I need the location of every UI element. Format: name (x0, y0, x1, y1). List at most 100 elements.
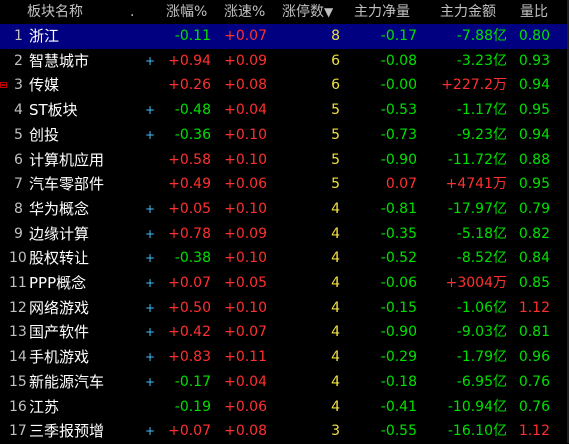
sector-name: 股权转让 (29, 249, 90, 268)
down-arrow-icon: ▼ (324, 5, 334, 19)
table-row[interactable]: 15 新能源汽车 + -0.17 +0.04 4 -0.18 -6.95亿 0.76 (0, 370, 569, 395)
plus-icon[interactable]: + (145, 271, 155, 296)
speed-pct: +0.05 (224, 275, 267, 291)
main-net: -0.53 (380, 102, 417, 119)
change-pct: +0.26 (168, 77, 211, 94)
header-speed-pct[interactable]: 涨速% (224, 0, 265, 24)
header-limit-up-count[interactable]: 涨停数▼ (282, 0, 333, 24)
change-pct: +0.50 (168, 299, 211, 316)
speed-pct: +0.06 (224, 176, 267, 193)
table-row[interactable]: 4 ST板块 + -0.48 +0.04 5 -0.53 -1.17亿 0.95 (0, 98, 569, 123)
limit-up-count: 4 (331, 349, 340, 366)
sector-name: 手机游戏 (29, 348, 90, 367)
header-main-net[interactable]: 主力净量 (354, 0, 410, 24)
row-index: 4 (14, 102, 23, 119)
sector-name: ST板块 (29, 101, 78, 120)
change-pct: +0.05 (168, 200, 211, 217)
main-net: -0.55 (380, 423, 417, 440)
vol-ratio: 0.94 (518, 126, 550, 143)
plus-icon[interactable]: + (145, 222, 155, 247)
row-index: 3 (14, 77, 23, 94)
vol-ratio: 0.85 (518, 275, 550, 291)
change-pct: +0.49 (168, 176, 211, 193)
table-row[interactable]: 8 华为概念 + +0.05 +0.10 4 -0.81 -17.97亿 0.79 (0, 197, 569, 222)
table-row[interactable]: 6 计算机应用 +0.58 +0.10 5 -0.90 -11.72亿 0.88 (0, 148, 569, 173)
row-index: 2 (14, 52, 23, 69)
main-amount: -11.72亿 (447, 151, 507, 168)
limit-up-count: 5 (331, 151, 340, 168)
header-change-pct[interactable]: 涨幅% (166, 0, 207, 24)
plus-icon[interactable]: + (145, 345, 155, 370)
vol-ratio: 0.81 (518, 324, 550, 341)
vol-ratio: 1.12 (518, 299, 550, 316)
main-net: -0.90 (380, 324, 417, 341)
table-row[interactable]: 7 汽车零部件 +0.49 +0.06 5 0.07 +4741万 0.95 (0, 172, 569, 197)
speed-pct: +0.10 (224, 299, 267, 316)
limit-up-count: 5 (331, 102, 340, 119)
header-vol-ratio[interactable]: 量比 (520, 0, 548, 24)
plus-icon[interactable]: + (145, 296, 155, 321)
table-row[interactable]: 3 传媒 +0.26 +0.08 6 -0.00 +227.2万 0.94 (0, 73, 569, 98)
sector-name: 浙江 (29, 27, 60, 45)
table-row[interactable]: 13 国产软件 + +0.42 +0.07 4 -0.90 -9.03亿 0.81 (0, 320, 569, 345)
limit-up-count: 6 (331, 77, 340, 94)
table-row[interactable]: 1 浙江 -0.11 +0.07 8 -0.17 -7.88亿 0.80 (0, 24, 569, 49)
plus-icon[interactable]: + (145, 49, 155, 74)
header-sector-name[interactable]: 板块名称 (27, 0, 83, 24)
header-main-amount[interactable]: 主力金额 (440, 0, 496, 24)
table-row[interactable]: 9 边缘计算 + +0.78 +0.09 4 -0.35 -5.18亿 0.82 (0, 222, 569, 247)
limit-up-count: 4 (331, 398, 340, 415)
main-amount: -7.88亿 (456, 28, 507, 44)
vol-ratio: 0.76 (518, 398, 550, 415)
limit-up-count: 5 (331, 176, 340, 193)
row-index: 11 (9, 275, 27, 291)
row-index: 13 (9, 324, 27, 341)
main-net: -0.41 (380, 398, 417, 415)
table-row[interactable]: 5 创投 + -0.36 +0.10 5 -0.73 -9.23亿 0.94 (0, 123, 569, 148)
row-index: 12 (9, 299, 27, 316)
main-net: -0.00 (380, 77, 417, 94)
main-amount: -10.94亿 (447, 398, 507, 415)
table-header: 板块名称 . 涨幅% 涨速% 涨停数▼ 主力净量 主力金额 量比 (0, 0, 569, 24)
vol-ratio: 0.79 (518, 200, 550, 217)
main-net: -0.18 (380, 373, 417, 390)
main-net: -0.29 (380, 349, 417, 366)
table-row[interactable]: 2 智慧城市 + +0.94 +0.09 6 -0.08 -3.23亿 0.93 (0, 49, 569, 74)
main-amount: -9.23亿 (456, 126, 507, 143)
limit-up-count: 3 (331, 423, 340, 440)
limit-up-count: 4 (331, 299, 340, 316)
plus-icon[interactable]: + (145, 123, 155, 148)
main-net: 0.07 (385, 176, 417, 193)
change-pct: -0.17 (174, 373, 211, 390)
speed-pct: +0.07 (224, 28, 267, 44)
table-row[interactable]: 17 三季报预增 + +0.07 +0.08 3 -0.55 -16.10亿 1.12 (0, 419, 569, 444)
main-amount: -9.03亿 (456, 324, 507, 341)
vol-ratio: 0.96 (518, 349, 550, 366)
plus-icon[interactable]: + (145, 197, 155, 222)
plus-icon[interactable]: + (145, 320, 155, 345)
vol-ratio: 0.95 (518, 176, 550, 193)
plus-icon[interactable]: + (145, 246, 155, 271)
row-index: 10 (9, 250, 27, 267)
plus-icon[interactable]: + (145, 370, 155, 395)
table-row[interactable]: 16 江苏 -0.19 +0.06 4 -0.41 -10.94亿 0.76 (0, 395, 569, 420)
row-index: 1 (14, 28, 23, 44)
table-row[interactable]: 14 手机游戏 + +0.83 +0.11 4 -0.29 -1.79亿 0.96 (0, 345, 569, 370)
sector-name: PPP概念 (29, 274, 87, 292)
speed-pct: +0.08 (224, 77, 267, 94)
main-amount: -1.06亿 (456, 299, 507, 316)
main-amount: -1.79亿 (456, 349, 507, 366)
vol-ratio: 0.76 (518, 373, 550, 390)
change-pct: +0.94 (168, 52, 211, 69)
limit-up-count: 5 (331, 126, 340, 143)
speed-pct: +0.10 (224, 200, 267, 217)
plus-icon[interactable]: + (145, 98, 155, 123)
vol-ratio: 0.80 (518, 28, 550, 44)
row-index: 9 (14, 225, 23, 242)
plus-icon[interactable]: + (145, 419, 155, 444)
table-row[interactable]: 12 网络游戏 + +0.50 +0.10 4 -0.15 -1.06亿 1.12 (0, 296, 569, 321)
table-row[interactable]: 10 股权转让 + -0.38 +0.10 4 -0.52 -8.52亿 0.84 (0, 246, 569, 271)
limit-up-count: 4 (331, 250, 340, 267)
table-row[interactable]: 11 PPP概念 + +0.07 +0.05 4 -0.06 +3004万 0.85 (0, 271, 569, 296)
row-index: 5 (14, 126, 23, 143)
